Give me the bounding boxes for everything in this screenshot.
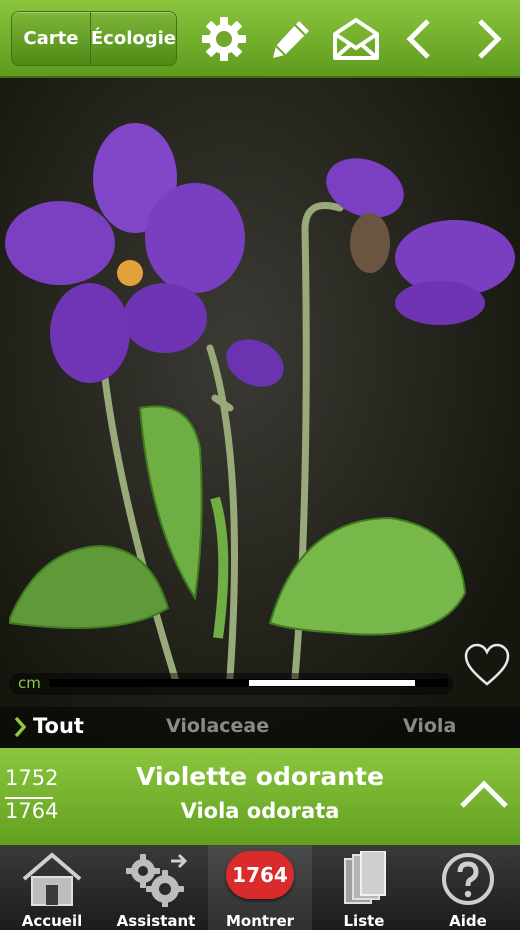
scale-segment xyxy=(51,680,249,686)
scale-segment xyxy=(415,680,447,686)
violet-illustration xyxy=(5,123,515,682)
tab-label: Accueil xyxy=(21,912,83,930)
species-common-name: Violette odorante xyxy=(136,762,384,791)
tab-list[interactable]: Liste xyxy=(312,845,416,930)
chevron-right-icon[interactable] xyxy=(464,14,514,64)
chevron-up-icon[interactable] xyxy=(459,778,509,814)
tab-show[interactable]: 1764 Montrer xyxy=(208,845,312,930)
taxonomy-all[interactable]: Tout xyxy=(33,714,84,738)
species-total: 1764 xyxy=(5,799,59,823)
taxonomy-breadcrumb: Tout Violaceae Viola xyxy=(0,707,520,748)
tab-badge-wrap: 1764 xyxy=(208,851,312,899)
tab-label: Aide xyxy=(449,912,487,930)
chevron-right-icon xyxy=(13,715,27,743)
top-toolbar: Carte Écologie xyxy=(0,0,520,78)
scale-track xyxy=(50,679,448,687)
home-icon xyxy=(0,851,104,907)
gear-icon[interactable] xyxy=(199,14,249,64)
favorite-heart-icon[interactable] xyxy=(464,643,510,691)
scale-unit: cm xyxy=(18,674,41,692)
species-info-bar: 1752 1764 Violette odorante Viola odorat… xyxy=(0,748,520,845)
tab-home[interactable]: Accueil xyxy=(0,845,104,930)
tab-help[interactable]: Aide xyxy=(416,845,520,930)
taxonomy-genus[interactable]: Viola xyxy=(403,715,456,737)
result-count-badge: 1764 xyxy=(226,851,294,899)
species-photo[interactable]: cm Tout Violaceae Viola xyxy=(0,78,520,748)
tab-label: Liste xyxy=(343,912,385,930)
tab-label: Assistant xyxy=(116,912,196,930)
tab-label: Montrer xyxy=(225,912,295,930)
mail-icon[interactable] xyxy=(331,14,381,64)
taxonomy-family[interactable]: Violaceae xyxy=(166,715,269,737)
view-segmented-control: Carte Écologie xyxy=(11,11,177,66)
segment-map[interactable]: Carte xyxy=(12,12,90,65)
scale-bar: cm xyxy=(9,673,453,695)
species-index: 1752 xyxy=(5,766,59,790)
species-latin-name: Viola odorata xyxy=(180,799,340,823)
gears-icon xyxy=(104,851,208,907)
pencil-icon[interactable] xyxy=(266,14,316,64)
chevron-left-icon[interactable] xyxy=(394,14,444,64)
books-icon xyxy=(312,851,416,907)
help-icon xyxy=(416,851,520,907)
bottom-tab-bar: Accueil Assistant 1764 Montrer Liste Aid… xyxy=(0,845,520,930)
tab-assistant[interactable]: Assistant xyxy=(104,845,208,930)
segment-ecology[interactable]: Écologie xyxy=(91,12,176,65)
